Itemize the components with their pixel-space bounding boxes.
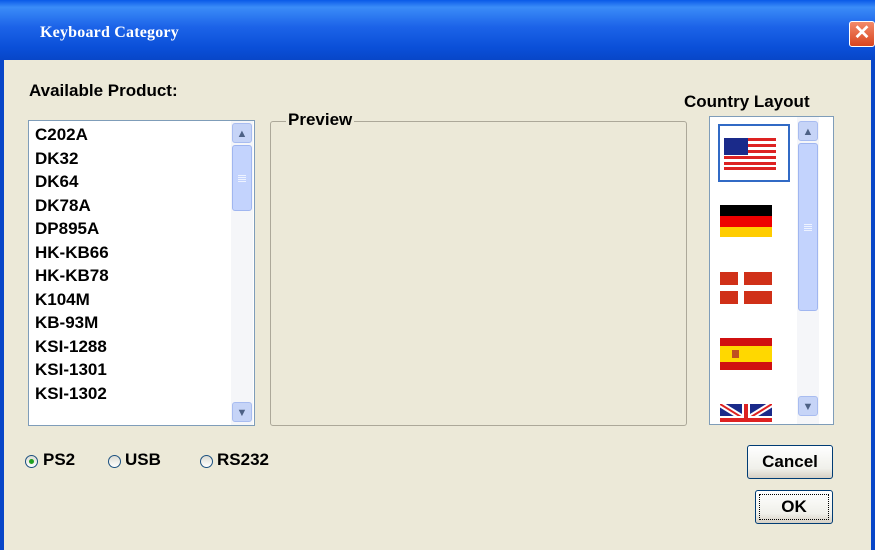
focus-rectangle — [759, 494, 829, 520]
product-list-item[interactable]: KSI-1302 — [35, 382, 109, 406]
ps2-radio[interactable] — [25, 455, 38, 468]
preview-label: Preview — [286, 110, 355, 130]
product-listbox[interactable]: C202A DK32 DK64 DK78A DP895A HK-KB66 HK-KB78 K1… — [28, 120, 255, 426]
product-list-item[interactable]: C202A — [35, 123, 109, 147]
country-scrollbar[interactable]: ▲ ▼ — [797, 117, 819, 424]
ok-button[interactable]: OK — [755, 490, 833, 524]
product-list-item[interactable]: KB-93M — [35, 311, 109, 335]
product-list-item[interactable]: DK78A — [35, 194, 109, 218]
rs232-radio[interactable] — [200, 455, 213, 468]
window-frame-left — [0, 60, 4, 550]
product-list-item[interactable]: KSI-1288 — [35, 335, 109, 359]
scroll-thumb[interactable] — [232, 145, 252, 211]
cancel-button[interactable]: Cancel — [747, 445, 833, 479]
rs232-label: RS232 — [217, 450, 269, 469]
scroll-down-button[interactable]: ▼ — [798, 396, 818, 416]
preview-groupbox — [270, 121, 687, 426]
product-list-item[interactable]: DP895A — [35, 217, 109, 241]
denmark-flag-icon — [720, 272, 772, 304]
country-layout-label: Country Layout — [684, 92, 810, 111]
product-list-item[interactable]: K104M — [35, 288, 109, 312]
scroll-down-button[interactable]: ▼ — [232, 402, 252, 422]
ps2-label: PS2 — [43, 450, 76, 469]
germany-flag-icon — [720, 205, 772, 237]
product-list-item[interactable]: HK-KB66 — [35, 241, 109, 265]
close-icon[interactable]: ✕ — [849, 21, 875, 47]
spain-flag-icon — [720, 338, 772, 370]
usb-label: USB — [125, 450, 161, 469]
scroll-up-button[interactable]: ▲ — [232, 123, 252, 143]
us-flag-icon — [724, 138, 776, 170]
product-list-item[interactable]: KSI-1301 — [35, 358, 109, 382]
flag-option-germany[interactable] — [718, 195, 790, 253]
window-frame-right — [871, 60, 875, 550]
flag-option-us[interactable] — [718, 124, 790, 182]
radio-checked-dot — [29, 459, 34, 464]
scroll-thumb[interactable] — [798, 143, 818, 311]
window-title: Keyboard Category — [40, 24, 179, 41]
uk-flag-icon — [720, 404, 772, 422]
product-list-item[interactable]: HK-KB78 — [35, 264, 109, 288]
scroll-up-button[interactable]: ▲ — [798, 121, 818, 141]
available-product-label: Available Product: — [29, 81, 178, 100]
product-list-item[interactable]: DK32 — [35, 147, 109, 171]
product-scrollbar[interactable]: ▲ ▼ — [231, 121, 253, 425]
flag-option-spain[interactable] — [718, 330, 790, 388]
flag-option-denmark[interactable] — [718, 262, 790, 320]
usb-radio[interactable] — [108, 455, 121, 468]
product-list-item[interactable]: DK64 — [35, 170, 109, 194]
title-bar[interactable]: Keyboard Category ✕ — [0, 0, 875, 60]
flag-option-uk[interactable] — [718, 396, 790, 422]
keyboard-category-dialog: Keyboard Category ✕ Available Product: C… — [0, 0, 875, 550]
product-list: C202A DK32 DK64 DK78A DP895A HK-KB66 HK-KB78 K1… — [35, 123, 109, 405]
